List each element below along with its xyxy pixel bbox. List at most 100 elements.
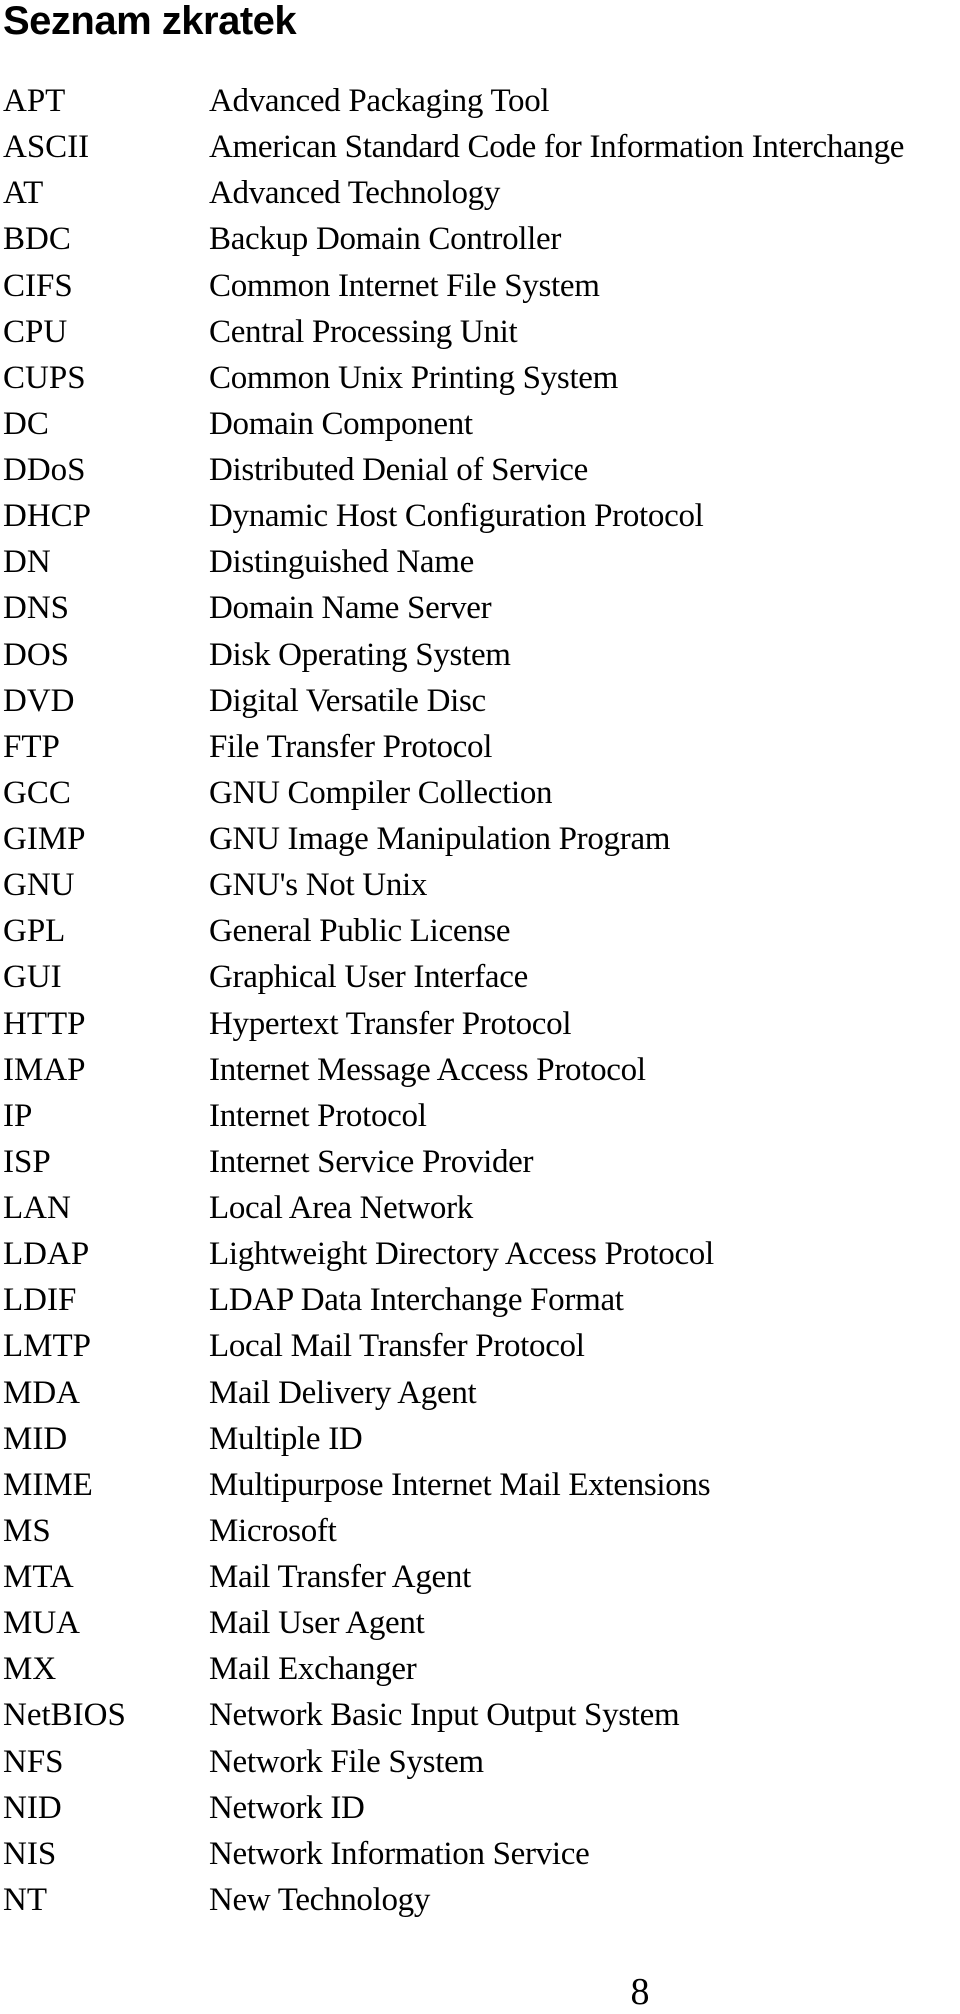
abbreviation-row: IMAP Internet Message Access Protocol [0, 1047, 960, 1093]
abbreviation-term: LAN [3, 1190, 71, 1226]
abbreviation-term: MUA [3, 1605, 81, 1642]
page-title: Seznam zkratek [3, 0, 297, 43]
abbreviation-row: NFS Network File System [0, 1739, 960, 1785]
abbreviation-term: HTTP [3, 1005, 86, 1042]
abbreviation-description: Domain Name Server [209, 590, 492, 627]
abbreviation-row: DVD Digital Versatile Disc [0, 678, 960, 724]
abbreviation-description: Microsoft [209, 1512, 337, 1549]
abbreviation-row: MTA Mail Transfer Agent [0, 1554, 960, 1600]
abbreviation-term: CIFS [3, 267, 73, 304]
abbreviation-description: Disk Operating System [209, 636, 511, 673]
abbreviation-term: NID [3, 1789, 62, 1826]
abbreviation-term: NetBIOS [3, 1697, 126, 1734]
abbreviation-description: GNU Compiler Collection [209, 774, 553, 811]
abbreviation-term: GIMP [3, 821, 86, 857]
abbreviation-term: DNS [3, 590, 70, 627]
abbreviation-description: Local Area Network [209, 1190, 473, 1226]
abbreviation-description: Advanced Packaging Tool [209, 83, 550, 119]
abbreviation-description: Network File System [209, 1743, 484, 1780]
abbreviation-term: NT [3, 1881, 47, 1918]
abbreviation-row: DOS Disk Operating System [0, 632, 960, 678]
abbreviation-row: LMTP Local Mail Transfer Protocol [0, 1323, 960, 1369]
abbreviation-description: Network ID [209, 1789, 365, 1826]
abbreviation-row: GNU GNU's Not Unix [0, 862, 960, 908]
abbreviation-term: FTP [3, 728, 60, 765]
abbreviation-description: File Transfer Protocol [209, 728, 493, 765]
abbreviation-row: CIFS Common Internet File System [0, 263, 960, 309]
abbreviation-term: IMAP [3, 1051, 86, 1088]
abbreviation-description: LDAP Data Interchange Format [209, 1282, 624, 1319]
abbreviation-row: ISP Internet Service Provider [0, 1139, 960, 1185]
abbreviation-description: Mail Exchanger [209, 1651, 417, 1688]
abbreviation-row: NetBIOS Network Basic Input Output System [0, 1692, 960, 1738]
abbreviation-description: GNU Image Manipulation Program [209, 821, 671, 857]
abbreviation-row: DHCP Dynamic Host Configuration Protocol [0, 493, 960, 539]
abbreviation-row: LAN Local Area Network [0, 1185, 960, 1231]
abbreviation-row: MDA Mail Delivery Agent [0, 1370, 960, 1416]
abbreviation-description: Common Unix Printing System [209, 359, 619, 396]
abbreviation-term: LDAP [3, 1236, 90, 1273]
abbreviation-description: Network Information Service [209, 1835, 590, 1872]
abbreviation-row: GIMP GNU Image Manipulation Program [0, 816, 960, 862]
abbreviation-row: NIS Network Information Service [0, 1831, 960, 1877]
abbreviation-description: Internet Message Access Protocol [209, 1051, 646, 1088]
abbreviation-description: Advanced Technology [209, 175, 501, 212]
abbreviation-term: IP [3, 1097, 33, 1134]
abbreviation-term: GCC [3, 774, 71, 811]
abbreviation-row: HTTP Hypertext Transfer Protocol [0, 1001, 960, 1047]
abbreviation-row: NID Network ID [0, 1785, 960, 1831]
abbreviation-term: CPU [3, 313, 68, 350]
abbreviation-description: Local Mail Transfer Protocol [209, 1328, 585, 1365]
abbreviation-term: DN [3, 544, 51, 581]
abbreviation-term: ISP [3, 1143, 51, 1180]
abbreviation-row: GCC GNU Compiler Collection [0, 770, 960, 816]
abbreviation-term: LDIF [3, 1282, 77, 1319]
abbreviation-description: Internet Protocol [209, 1097, 427, 1134]
abbreviation-description: Internet Service Provider [209, 1143, 534, 1180]
abbreviation-description: Digital Versatile Disc [209, 682, 486, 719]
abbreviation-term: ASCII [3, 129, 90, 166]
abbreviation-term: BDC [3, 221, 71, 258]
abbreviation-term: DDoS [3, 452, 86, 488]
abbreviation-description: Central Processing Unit [209, 313, 518, 350]
abbreviation-term: DVD [3, 682, 75, 719]
abbreviation-description: Common Internet File System [209, 267, 600, 304]
abbreviation-row: AT Advanced Technology [0, 170, 960, 216]
abbreviation-row: CUPS Common Unix Printing System [0, 355, 960, 401]
abbreviation-row: ASCII American Standard Code for Informat… [0, 124, 960, 170]
abbreviation-term: LMTP [3, 1328, 92, 1365]
abbreviation-row: BDC Backup Domain Controller [0, 216, 960, 262]
abbreviation-description: Graphical User Interface [209, 959, 528, 996]
abbreviation-row: IP Internet Protocol [0, 1093, 960, 1139]
abbreviation-row: CPU Central Processing Unit [0, 309, 960, 355]
abbreviation-row: DN Distinguished Name [0, 539, 960, 585]
abbreviation-description: Multiple ID [209, 1420, 363, 1457]
abbreviation-term: CUPS [3, 359, 86, 396]
abbreviation-description: Mail Delivery Agent [209, 1374, 477, 1411]
abbreviation-description: Distinguished Name [209, 544, 474, 581]
abbreviation-description: Backup Domain Controller [209, 221, 562, 258]
abbreviation-row: APT Advanced Packaging Tool [0, 78, 960, 124]
abbreviation-description: Dynamic Host Configuration Protocol [209, 498, 704, 535]
abbreviation-row: MX Mail Exchanger [0, 1646, 960, 1692]
abbreviation-description: General Public License [209, 913, 511, 950]
abbreviation-term: GNU [3, 867, 75, 904]
abbreviation-description: Mail Transfer Agent [209, 1559, 471, 1595]
abbreviation-term: APT [3, 83, 66, 119]
abbreviation-description: Network Basic Input Output System [209, 1697, 680, 1734]
abbreviation-row: MID Multiple ID [0, 1416, 960, 1462]
abbreviation-description: Multipurpose Internet Mail Extensions [209, 1466, 711, 1503]
abbreviation-term: DHCP [3, 498, 92, 535]
abbreviation-row: DC Domain Component [0, 401, 960, 447]
abbreviation-row: LDAP Lightweight Directory Access Protoco… [0, 1231, 960, 1277]
abbreviation-row: FTP File Transfer Protocol [0, 724, 960, 770]
abbreviation-term: NFS [3, 1743, 64, 1780]
abbreviation-term: MID [3, 1420, 68, 1457]
abbreviation-description: New Technology [209, 1881, 431, 1918]
abbreviation-term: MDA [3, 1374, 81, 1411]
abbreviation-row: GPL General Public License [0, 908, 960, 954]
abbreviation-term: DC [3, 405, 49, 442]
abbreviation-row: LDIF LDAP Data Interchange Format [0, 1277, 960, 1323]
abbreviation-term: GUI [3, 959, 62, 996]
abbreviation-description: Lightweight Directory Access Protocol [209, 1236, 714, 1273]
